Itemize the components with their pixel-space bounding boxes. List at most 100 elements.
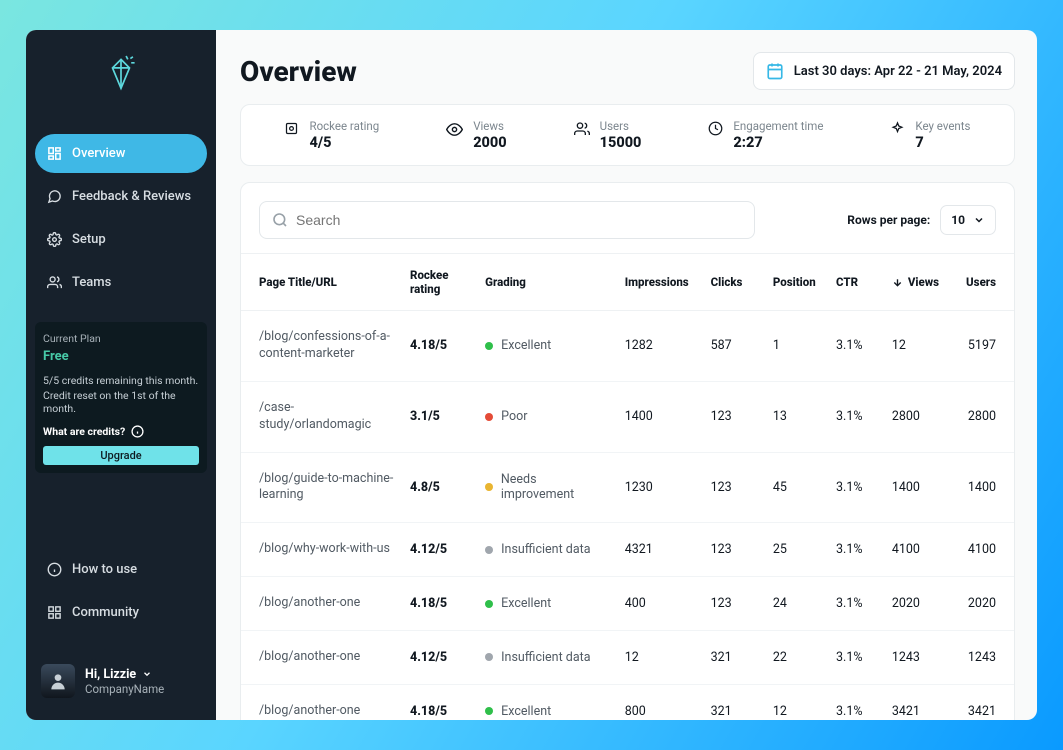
pages-table: Page Title/URL Rockee rating Grading Imp… xyxy=(241,253,1014,720)
col-header-url[interactable]: Page Title/URL xyxy=(241,254,402,311)
cell-impressions: 1282 xyxy=(617,311,703,382)
stat-value: 2:27 xyxy=(733,134,823,151)
sidebar-item-community[interactable]: Community xyxy=(35,593,207,632)
col-header-position[interactable]: Position xyxy=(765,254,828,311)
cell-ctr: 3.1% xyxy=(828,577,884,631)
cell-users: 2800 xyxy=(952,381,1014,452)
cell-ctr: 3.1% xyxy=(828,631,884,685)
cell-views: 12 xyxy=(884,311,952,382)
stat-value: 2000 xyxy=(473,134,506,151)
cell-clicks: 587 xyxy=(703,311,765,382)
stat-views: Views 2000 xyxy=(446,119,506,151)
search-icon xyxy=(272,212,288,228)
date-range-picker[interactable]: Last 30 days: Apr 22 - 21 May, 2024 xyxy=(753,52,1015,90)
what-credits-link[interactable]: What are credits? xyxy=(43,425,199,438)
cell-grading: Insufficient data xyxy=(477,523,617,577)
date-range-label: Last 30 days: Apr 22 - 21 May, 2024 xyxy=(794,64,1002,79)
col-header-grading[interactable]: Grading xyxy=(477,254,617,311)
table-row[interactable]: /blog/guide-to-machine-learning 4.8/5 Ne… xyxy=(241,452,1014,523)
stat-engagement: Engagement time 2:27 xyxy=(708,119,823,151)
logo xyxy=(35,54,207,96)
table-row[interactable]: /blog/another-one 4.12/5 Insufficient da… xyxy=(241,631,1014,685)
grade-dot-icon xyxy=(485,483,493,491)
what-credits-label: What are credits? xyxy=(43,425,125,438)
cell-clicks: 321 xyxy=(703,631,765,685)
cell-impressions: 4321 xyxy=(617,523,703,577)
plan-title: Current Plan xyxy=(43,332,199,345)
sidebar-item-teams[interactable]: Teams xyxy=(35,263,207,302)
plan-credits: 5/5 credits remaining this month. xyxy=(43,374,199,387)
cell-impressions: 400 xyxy=(617,577,703,631)
sidebar-item-label: Feedback & Reviews xyxy=(72,189,191,204)
sidebar-item-label: Teams xyxy=(72,275,111,290)
stat-key-events: Key events 7 xyxy=(890,119,970,151)
table-row[interactable]: /blog/confessions-of-a-content-marketer … xyxy=(241,311,1014,382)
cell-views: 4100 xyxy=(884,523,952,577)
badge-icon xyxy=(284,121,299,140)
cell-url: /blog/guide-to-machine-learning xyxy=(241,452,402,523)
rows-per-page-select[interactable]: 10 xyxy=(940,205,996,235)
col-header-rating[interactable]: Rockee rating xyxy=(402,254,477,311)
cell-grading: Excellent xyxy=(477,311,617,382)
table-row[interactable]: /blog/another-one 4.18/5 Excellent 400 1… xyxy=(241,577,1014,631)
col-header-impressions[interactable]: Impressions xyxy=(617,254,703,311)
cell-rating: 4.18/5 xyxy=(402,684,477,720)
cell-grading: Insufficient data xyxy=(477,631,617,685)
stat-value: 15000 xyxy=(600,134,642,151)
cell-ctr: 3.1% xyxy=(828,311,884,382)
cell-ctr: 3.1% xyxy=(828,523,884,577)
stat-label: Users xyxy=(600,119,642,133)
chat-icon xyxy=(47,189,62,204)
chevron-down-icon xyxy=(142,669,152,679)
cell-position: 22 xyxy=(765,631,828,685)
secondary-nav: How to use Community xyxy=(35,550,207,632)
cell-rating: 4.12/5 xyxy=(402,523,477,577)
cell-users: 1400 xyxy=(952,452,1014,523)
cell-url: /blog/another-one xyxy=(241,577,402,631)
col-header-users[interactable]: Users xyxy=(952,254,1014,311)
sidebar-item-howto[interactable]: How to use xyxy=(35,550,207,589)
cell-users: 1243 xyxy=(952,631,1014,685)
gear-icon xyxy=(47,232,62,247)
sidebar-item-label: How to use xyxy=(72,562,137,577)
search-input[interactable] xyxy=(296,212,742,228)
col-header-views-label: Views xyxy=(908,275,939,289)
stat-label: Rockee rating xyxy=(309,119,379,133)
cell-position: 13 xyxy=(765,381,828,452)
grade-dot-icon xyxy=(485,707,493,715)
upgrade-button[interactable]: Upgrade xyxy=(43,446,199,465)
plan-card: Current Plan Free 5/5 credits remaining … xyxy=(35,322,207,473)
col-header-views[interactable]: Views xyxy=(884,254,952,311)
stat-value: 7 xyxy=(915,134,970,151)
user-greeting: Hi, Lizzie xyxy=(85,667,136,682)
sidebar-item-feedback[interactable]: Feedback & Reviews xyxy=(35,177,207,216)
cell-grading: Excellent xyxy=(477,684,617,720)
table-row[interactable]: /case-study/orlandomagic 3.1/5 Poor 1400… xyxy=(241,381,1014,452)
calendar-icon xyxy=(766,62,784,80)
cell-users: 4100 xyxy=(952,523,1014,577)
col-header-clicks[interactable]: Clicks xyxy=(703,254,765,311)
sidebar-item-overview[interactable]: Overview xyxy=(35,134,207,173)
cell-users: 3421 xyxy=(952,684,1014,720)
main-content: Overview Last 30 days: Apr 22 - 21 May, … xyxy=(216,30,1037,720)
table-row[interactable]: /blog/another-one 4.18/5 Excellent 800 3… xyxy=(241,684,1014,720)
cell-ctr: 3.1% xyxy=(828,452,884,523)
plan-reset: Credit reset on the 1st of the month. xyxy=(43,389,199,415)
grade-dot-icon xyxy=(485,653,493,661)
search-input-wrapper[interactable] xyxy=(259,201,755,239)
clock-icon xyxy=(708,121,723,140)
sidebar-item-setup[interactable]: Setup xyxy=(35,220,207,259)
cell-views: 2020 xyxy=(884,577,952,631)
community-icon xyxy=(47,605,62,620)
cell-impressions: 1230 xyxy=(617,452,703,523)
cell-grading: Excellent xyxy=(477,577,617,631)
user-menu[interactable]: Hi, Lizzie CompanyName xyxy=(35,656,207,706)
rows-per-page-label: Rows per page: xyxy=(847,213,930,227)
table-row[interactable]: /blog/why-work-with-us 4.12/5 Insufficie… xyxy=(241,523,1014,577)
cell-rating: 4.18/5 xyxy=(402,311,477,382)
col-header-ctr[interactable]: CTR xyxy=(828,254,884,311)
main-nav: Overview Feedback & Reviews Setup Teams xyxy=(35,134,207,302)
avatar xyxy=(41,664,75,698)
cell-position: 25 xyxy=(765,523,828,577)
stat-users: Users 15000 xyxy=(574,119,642,151)
